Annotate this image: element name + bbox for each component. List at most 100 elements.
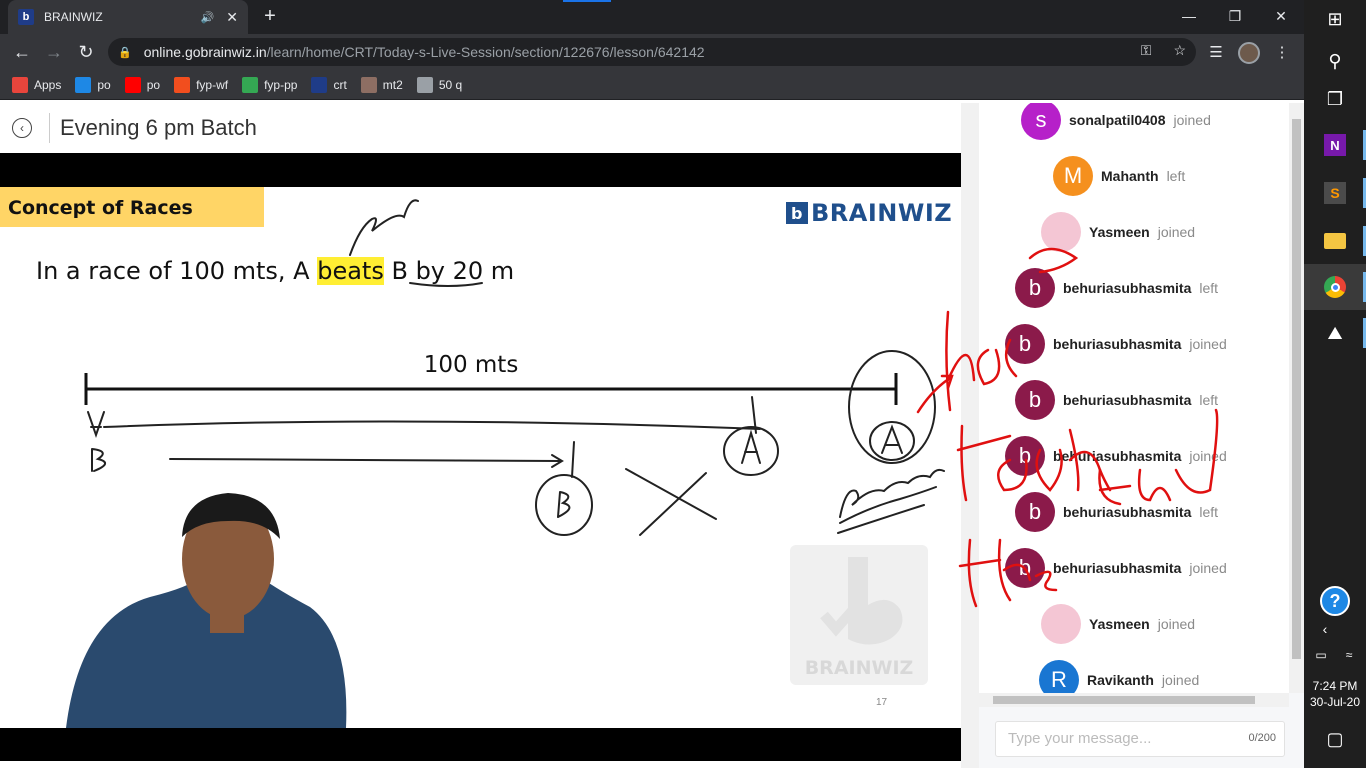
chat-action: left (1199, 504, 1219, 520)
page-title: Evening 6 pm Batch (60, 115, 257, 140)
graph-icon (242, 76, 259, 93)
forward-arrow-icon[interactable]: → (42, 40, 66, 64)
close-tab-icon[interactable]: ✕ (226, 9, 238, 26)
chat-action: left (1199, 392, 1219, 408)
user-avatar: b (1005, 324, 1045, 364)
bookmark-item[interactable]: 50 q (416, 76, 463, 93)
cc-icon (360, 76, 377, 93)
chat-message: b behuriasubhasmita left (1015, 268, 1218, 308)
chat-message: Yasmeen joined (1041, 604, 1195, 644)
lesson-header: ‹ Evening 6 pm Batch (0, 103, 961, 153)
hand-A-circle-large (848, 350, 936, 464)
windows-start-icon[interactable]: ⊞ (1320, 4, 1350, 34)
wifi-icon[interactable]: ≈ (1334, 640, 1364, 670)
user-avatar: b (1015, 492, 1055, 532)
bookmark-label: 50 q (438, 77, 463, 92)
user-avatar: b (1005, 436, 1045, 476)
url-host: online.gobrainwiz.in (143, 44, 267, 60)
browser-tab[interactable]: b BRAINWIZ 🔊 ✕ (8, 0, 248, 34)
chat-left-gutter (961, 103, 979, 768)
bookmark-item[interactable]: fyp-pp (242, 76, 297, 93)
browser-toolbar: ← → ↻ 🔒 online.gobrainwiz.in /learn/home… (0, 34, 1304, 70)
hand-underline (409, 282, 483, 287)
menu-dots-icon[interactable]: ⋮ (1270, 40, 1294, 64)
bookmark-item[interactable]: fyp-wf (174, 76, 228, 93)
char-counter: 0/200 (1248, 732, 1276, 744)
chrome-icon[interactable] (1320, 272, 1350, 302)
chat-message: b behuriasubhasmita joined (1005, 436, 1227, 476)
notifications-icon[interactable]: ▢ (1320, 724, 1350, 754)
task-view-icon[interactable]: ❐ (1320, 84, 1350, 114)
address-bar[interactable]: 🔒 online.gobrainwiz.in /learn/home/CRT/T… (108, 38, 1196, 66)
video-player[interactable]: Concept of Races b BRAINWIZ In a race of… (0, 153, 961, 761)
chat-message-input[interactable] (1008, 730, 1228, 747)
speaker-icon[interactable]: 🔊 (201, 11, 215, 24)
new-tab-button[interactable]: + (259, 6, 281, 28)
chat-username: Mahanth (1101, 168, 1159, 184)
hand-remember-word (839, 468, 945, 518)
minimize-button[interactable]: — (1166, 0, 1212, 32)
tabstrip-accent (563, 0, 611, 2)
chat-message: b behuriasubhasmita left (1015, 492, 1218, 532)
game-controller-icon[interactable]: ⛰ (1320, 318, 1350, 348)
bookmark-item[interactable]: crt (311, 76, 347, 93)
file-explorer-icon[interactable] (1320, 226, 1350, 256)
search-icon[interactable]: ⚲ (1320, 46, 1350, 76)
window-close-button[interactable]: ✕ (1258, 0, 1304, 32)
chat-action: joined (1157, 224, 1196, 240)
hand-B-arrow (169, 458, 561, 462)
key-icon[interactable]: ⚿ (1141, 42, 1152, 59)
hand-B-circle (535, 474, 593, 536)
figma-icon (174, 76, 191, 93)
scrollbar-thumb[interactable] (1292, 119, 1301, 659)
back-chevron-icon[interactable]: ‹ (12, 118, 32, 138)
help-icon[interactable]: ? (1320, 586, 1350, 616)
clock-date: 30-Jul-20 (1309, 695, 1361, 709)
hand-A-letter-large (881, 424, 903, 454)
chat-action: joined (1189, 448, 1227, 464)
chat-vertical-scrollbar[interactable] (1289, 103, 1304, 693)
bookmark-label: crt (333, 77, 347, 92)
browser-tab-bar: b BRAINWIZ 🔊 ✕ + — ❐ ✕ (0, 0, 1304, 34)
chat-action: left (1166, 168, 1186, 184)
chat-username: sonalpatil0408 (1069, 112, 1166, 128)
brainwiz-icon (311, 76, 328, 93)
chat-input-box[interactable]: 0/200 (995, 721, 1285, 757)
hand-A-label (87, 411, 105, 439)
reload-icon[interactable]: ↻ (74, 40, 98, 64)
chat-message: R Ravikanth joined (1039, 660, 1199, 693)
presenter-video (66, 493, 347, 728)
user-avatar: b (1005, 548, 1045, 588)
chat-horizontal-scrollbar[interactable] (979, 693, 1289, 707)
bookmark-item[interactable]: po (75, 76, 111, 93)
battery-icon[interactable]: ▭ (1306, 640, 1336, 670)
brainwiz-favicon-icon: b (18, 9, 34, 25)
back-arrow-icon[interactable]: ← (10, 40, 34, 64)
screen: { "browser": { "tab_title": "BRAINWIZ", … (0, 0, 1366, 768)
user-avatar: s (1021, 103, 1061, 140)
taskbar-clock[interactable]: 7:24 PM 30-Jul-20 (1304, 678, 1366, 710)
bookmark-label: po (146, 77, 161, 92)
restore-button[interactable]: ❐ (1212, 0, 1258, 32)
bookmark-star-icon[interactable]: ☆ (1173, 42, 1186, 59)
bookmarks-bar: Apps po po fyp-wf fyp-pp crt mt2 50 q (0, 70, 1304, 100)
chat-message-list[interactable]: s sonalpatil0408 joined M Mahanth left Yasmeen… (979, 103, 1289, 693)
chat-action: joined (1189, 560, 1227, 576)
chat-username: behuriasubhasmita (1063, 280, 1192, 296)
chat-action: joined (1161, 672, 1200, 688)
bookmark-item[interactable]: mt2 (360, 76, 403, 93)
chat-message: b behuriasubhasmita joined (1005, 324, 1227, 364)
sublime-text-icon[interactable]: S (1320, 178, 1350, 208)
chat-username: Ravikanth (1087, 672, 1154, 688)
chat-username: behuriasubhasmita (1063, 392, 1192, 408)
onenote-icon[interactable]: N (1320, 130, 1350, 160)
chat-action: joined (1157, 616, 1196, 632)
bookmark-label: po (97, 77, 111, 92)
profile-avatar[interactable] (1238, 42, 1260, 64)
hand-B-tick (571, 441, 575, 478)
media-control-icon[interactable]: ☰ (1204, 40, 1228, 64)
user-avatar: M (1053, 156, 1093, 196)
bookmark-item[interactable]: po (124, 76, 161, 93)
bookmark-item[interactable]: Apps (12, 76, 61, 93)
scrollbar-thumb[interactable] (993, 696, 1255, 704)
